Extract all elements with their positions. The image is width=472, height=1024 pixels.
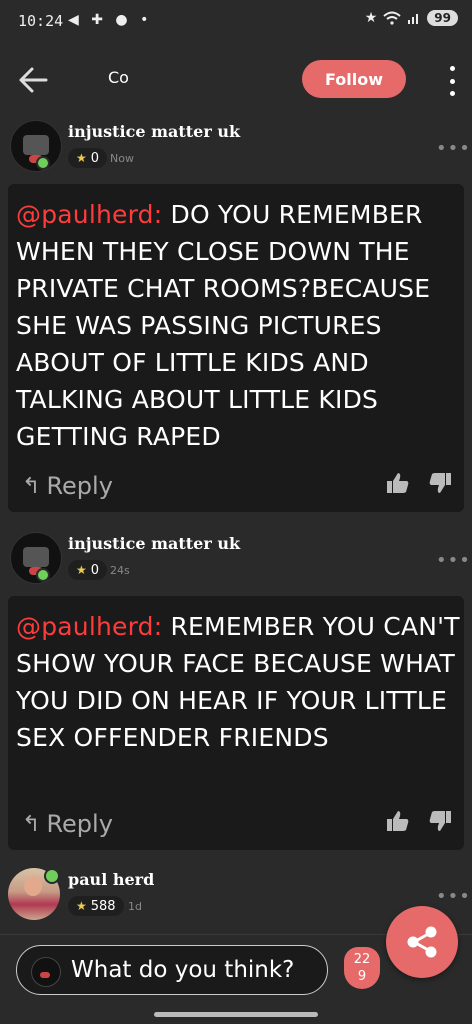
comment-bubble: @paulherd: REMEMBER YOU CAN'T SHOW YOUR … [8,596,464,850]
comment-body: DO YOU REMEMBER WHEN THEY CLOSE DOWN THE… [16,200,431,451]
comment-header: injustice matter uk ★ 0 24s ••• [0,528,472,592]
star-icon: ★ [76,899,87,913]
thumbs-down-icon[interactable] [428,472,452,494]
reputation-badge: ★ 588 [68,896,124,916]
signal-icon [408,14,419,24]
reply-button[interactable]: ↰ Reply [22,472,113,500]
reply-label: Reply [46,810,113,838]
comment-input-placeholder: What do you think? [71,957,295,983]
comment-count-line1: 22 [353,952,371,967]
star-icon: ★ [76,151,87,165]
online-indicator [36,156,50,170]
more-options-icon[interactable] [444,66,460,96]
mention-link[interactable]: @paulherd: [16,200,162,229]
comment-header: injustice matter uk ★ 0 Now ••• [0,116,472,180]
share-button[interactable] [386,906,458,978]
comment-count-badge[interactable]: 22 9 [344,947,380,989]
username[interactable]: injustice matter uk [68,534,240,553]
back-arrow-icon[interactable] [16,62,52,98]
mention-link[interactable]: @paulherd: [16,612,162,641]
reputation-badge: ★ 0 [68,560,108,580]
thumbs-up-icon[interactable] [386,810,410,832]
username[interactable]: injustice matter uk [68,122,240,141]
online-indicator [36,568,50,582]
battery-indicator: 99 [427,10,458,26]
comment-text: @paulherd: DO YOU REMEMBER WHEN THEY CLO… [16,196,460,455]
reply-arrow-icon: ↰ [22,473,41,499]
comment-count-line2: 9 [357,969,367,984]
wifi-icon [383,11,401,25]
comment-more-icon[interactable]: ••• [436,886,471,907]
vote-buttons [386,810,452,832]
star-icon: ★ [76,563,87,577]
share-icon [407,926,437,958]
comment-bubble: @paulherd: DO YOU REMEMBER WHEN THEY CLO… [8,184,464,512]
system-nav-bar [0,1004,472,1024]
comment-input[interactable]: What do you think? [16,945,328,995]
reply-arrow-icon: ↰ [22,811,41,837]
username[interactable]: paul herd [68,870,154,889]
avatar [31,957,61,987]
reputation-value: 0 [90,150,100,166]
comment-time: Now [110,152,134,165]
comment-text: @paulherd: REMEMBER YOU CAN'T SHOW YOUR … [16,608,460,756]
star-icon: ★ [364,10,378,26]
vote-buttons [386,472,452,494]
follow-button[interactable]: Follow [302,60,406,98]
reply-label: Reply [46,472,113,500]
app-bar: Co Follow [0,44,472,116]
online-indicator [44,868,60,884]
reply-button[interactable]: ↰ Reply [22,810,113,838]
system-icons: ★ 99 [365,10,458,26]
reputation-value: 0 [90,562,100,578]
notification-icons: ◀ ✚ ● • [68,12,153,28]
comment-time: 1d [128,900,142,913]
comment-time: 24s [110,564,130,577]
comment-more-icon[interactable]: ••• [436,138,471,159]
thumbs-up-icon[interactable] [386,472,410,494]
reputation-badge: ★ 0 [68,148,108,168]
status-bar: 10:24 ◀ ✚ ● • ★ 99 [0,0,472,44]
reputation-value: 588 [90,898,116,914]
home-gesture-handle[interactable] [154,1012,318,1017]
page-title: Co [108,68,129,87]
thumbs-down-icon[interactable] [428,810,452,832]
comment-more-icon[interactable]: ••• [436,550,471,571]
status-time: 10:24 [18,12,64,30]
